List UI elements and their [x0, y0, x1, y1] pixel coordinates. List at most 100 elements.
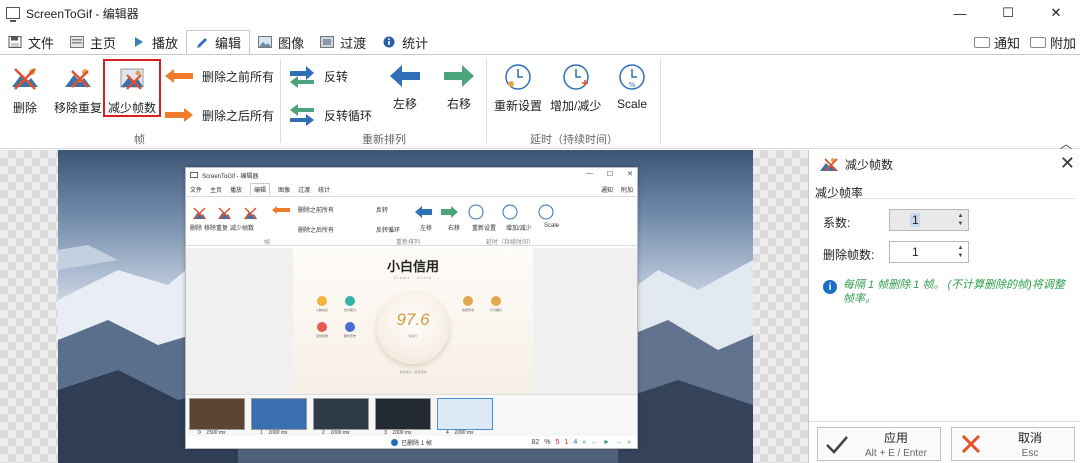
- feature-dot-icon: [463, 296, 473, 306]
- inner-frame-count: 5: [555, 439, 560, 446]
- svg-text:%: %: [629, 81, 636, 89]
- inner-ribbon-delete-before: 删除之前所有: [298, 208, 335, 214]
- inner-tab-notify: 通知: [600, 187, 613, 194]
- ribbon: 删除 移除重复 减少帧数 删除之前所有 删除之后所有 帧 反转 反转循环 左移 …: [0, 54, 1080, 151]
- inner-ribbon-scale: Scale: [544, 223, 560, 229]
- frame-thumbnail-selected: [437, 398, 493, 430]
- apply-shortcut: Alt + E / Enter: [865, 448, 927, 459]
- panel-divider: [815, 198, 1075, 199]
- feature-dot-icon: [491, 296, 501, 306]
- override-delay-button[interactable]: 重新设置: [494, 63, 542, 114]
- inner-ribbon-remove-dup: 移除重复: [204, 226, 229, 232]
- move-left-button[interactable]: 左移: [388, 63, 422, 112]
- notify-button[interactable]: 通知: [973, 33, 1020, 52]
- inner-first-frame-icon: «: [582, 439, 587, 446]
- cancel-button[interactable]: 取消 Esc: [951, 427, 1075, 461]
- app-monitor-icon: [6, 7, 20, 22]
- frame-preview: ScreenToGif - 编辑器 — ☐ ✕ 文件 主页 播放 编辑 图像 过渡 …: [58, 150, 753, 463]
- remove-count-label: 删除帧数:: [823, 248, 875, 262]
- delete-button[interactable]: 删除: [10, 63, 40, 116]
- inner-ribbon-move-right: 右移: [448, 226, 461, 232]
- tabs-right: 通知 附加: [973, 30, 1076, 54]
- remove-count-spin-icon[interactable]: ▲ ▼: [952, 242, 968, 262]
- credit-score-label: 信用分: [408, 334, 418, 338]
- panel-close-icon[interactable]: ✕: [1060, 154, 1075, 172]
- maximize-button[interactable]: ☐: [984, 0, 1032, 26]
- factor-spin-icon[interactable]: ▲ ▼: [952, 210, 968, 230]
- inner-app-icon: [190, 172, 198, 178]
- notification-icon: [973, 36, 990, 48]
- inner-window-controls: — ☐ ✕: [585, 170, 633, 178]
- transition-icon: [320, 36, 335, 48]
- inner-prev-frame-icon: ←: [591, 439, 599, 446]
- inner-ribbon-move-left: 左移: [420, 226, 433, 232]
- move-left-label: 左移: [392, 97, 417, 111]
- reverse-button[interactable]: 反转: [288, 63, 348, 89]
- tab-statistics[interactable]: 统计: [374, 30, 436, 54]
- factor-stepper[interactable]: 1 ▲ ▼: [889, 209, 969, 231]
- inner-ribbon-delete: 删除: [190, 226, 203, 232]
- remove-duplicates-label: 移除重复: [54, 101, 103, 115]
- feature-dot-icon: [317, 296, 327, 306]
- remove-count-stepper[interactable]: 1 ▲ ▼: [889, 241, 969, 263]
- scale-delay-button[interactable]: % Scale: [617, 63, 647, 111]
- yoyo-label: 反转循环: [324, 108, 373, 123]
- close-window-button[interactable]: ✕: [1032, 0, 1080, 26]
- apply-button[interactable]: 应用 Alt + E / Enter: [817, 427, 941, 461]
- minimize-button[interactable]: —: [936, 0, 984, 26]
- credit-score-value: 97.6: [396, 310, 430, 329]
- inner-group-reorder: 重新排列: [396, 240, 421, 246]
- pencil-icon: [197, 37, 208, 48]
- extras-button[interactable]: 附加: [1029, 33, 1076, 52]
- tab-image[interactable]: 图像: [250, 30, 312, 54]
- clock-plus-minus-icon: [562, 64, 589, 90]
- inner-tab-transition: 过渡: [298, 187, 311, 194]
- inner-tab-edit: 编辑: [250, 183, 271, 195]
- feature-label: 履约历史: [343, 334, 356, 338]
- feature-label: 人脉关系: [315, 308, 328, 312]
- remove-duplicates-button[interactable]: 移除重复: [54, 63, 102, 116]
- delete-frame-icon: [12, 68, 38, 90]
- increase-decrease-delay-button[interactable]: 增加/减少: [550, 63, 601, 114]
- feature-dot-icon: [345, 296, 355, 306]
- tab-play[interactable]: 播放: [124, 30, 186, 54]
- remove-duplicates-icon: [65, 69, 91, 88]
- delete-label: 删除: [12, 101, 37, 115]
- reduce-frames-panel: 减少帧数 ✕ 减少帧率 系数: 1 ▲ ▼ 删除帧数: 1 ▲ ▼ i 每隔 1 帧…: [808, 150, 1080, 463]
- feature-dot-icon: [317, 322, 327, 332]
- tab-file[interactable]: 文件: [0, 30, 62, 54]
- notify-label: 通知: [993, 35, 1020, 51]
- move-right-button[interactable]: 右移: [442, 63, 476, 112]
- extras-label: 附加: [1049, 35, 1076, 51]
- yoyo-button[interactable]: 反转循环: [288, 102, 372, 128]
- panel-footer: 应用 Alt + E / Enter 取消 Esc: [809, 421, 1080, 463]
- inner-zoom-value: 82: [531, 439, 540, 446]
- inner-next-frame-icon: →: [615, 439, 623, 446]
- tab-transition[interactable]: 过渡: [312, 30, 374, 54]
- scale-delay-label: Scale: [617, 97, 648, 111]
- frame-thumbnail: [251, 398, 307, 430]
- inner-ribbon: 删除 移除重复 减少帧数 删除之前所有 删除之后所有 反转 反转循环 左移 右移…: [186, 196, 637, 246]
- group-label-frames: 帧: [134, 134, 145, 146]
- inner-tab-home: 主页: [210, 187, 223, 194]
- delete-before-button[interactable]: 删除之前所有: [164, 67, 274, 85]
- image-icon: [258, 36, 273, 48]
- inner-tabs: 文件 主页 播放 编辑 图像 过渡 统计 通知 附加: [186, 182, 637, 196]
- frame-thumbnail: [313, 398, 369, 430]
- delete-after-button[interactable]: 删除之后所有: [164, 106, 274, 124]
- cancel-x-icon: [956, 429, 986, 459]
- group-separator: [486, 59, 487, 143]
- tab-edit[interactable]: 编辑: [186, 29, 251, 55]
- feature-label: 支付能力: [343, 308, 356, 312]
- selected-highlight: [103, 59, 161, 117]
- reduce-frames-panel-icon: [820, 158, 838, 172]
- tab-home[interactable]: 主页: [62, 30, 124, 54]
- group-label-reorder: 重新排列: [362, 134, 406, 146]
- inner-play-icon: ►: [603, 439, 611, 446]
- remove-count-value: 1: [912, 245, 919, 259]
- increase-decrease-label: 增加/减少: [550, 99, 602, 113]
- inner-tab-extras: 附加: [620, 187, 633, 194]
- credit-card-preview: 小白信用 Credit · Score 人脉关系 支付能力 身份特质 履约历史 …: [293, 248, 533, 394]
- menu-tabs: 文件 主页 播放 编辑 图像 过渡 统计 通知 附加: [0, 29, 1080, 55]
- inner-ribbon-icons: [193, 206, 290, 220]
